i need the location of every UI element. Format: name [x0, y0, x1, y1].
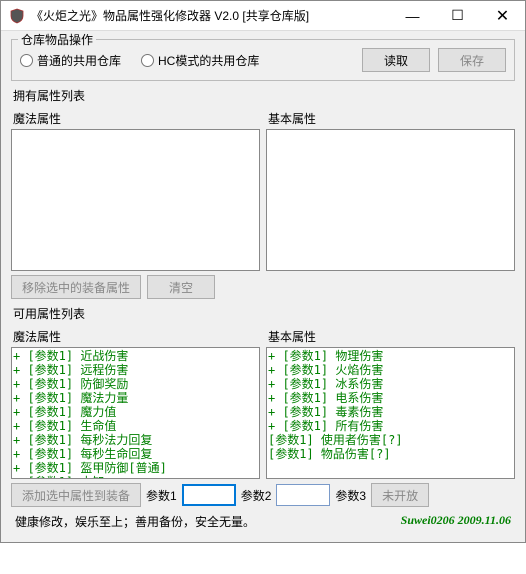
param3-label: 参数3 — [335, 487, 366, 504]
list-item[interactable]: + [参数1] 物理伤害 — [268, 349, 513, 363]
param2-label: 参数2 — [241, 487, 272, 504]
store-groupbox: 仓库物品操作 普通的共用仓库 HC模式的共用仓库 读取 保存 — [11, 39, 515, 81]
avail-magic-col: 魔法属性 + [参数1] 近战伤害+ [参数1] 远程伤害+ [参数1] 防御奖… — [11, 326, 260, 479]
store-group-title: 仓库物品操作 — [18, 31, 96, 48]
app-window: 《火炬之光》物品属性强化修改器 V2.0 [共享仓库版] — ☐ ✕ 仓库物品操… — [0, 0, 526, 543]
list-item[interactable]: + [参数1] 所有伤害 — [268, 419, 513, 433]
list-item[interactable]: + [参数1] 魔法力量 — [13, 391, 258, 405]
save-button[interactable]: 保存 — [438, 48, 506, 72]
add-attr-button[interactable]: 添加选中属性到装备 — [11, 483, 141, 507]
param1-label: 参数1 — [146, 487, 177, 504]
radio-normal[interactable] — [20, 54, 33, 67]
store-row: 普通的共用仓库 HC模式的共用仓库 读取 保存 — [20, 48, 506, 72]
list-item[interactable]: + [参数1] 远程伤害 — [13, 363, 258, 377]
radio-normal-label: 普通的共用仓库 — [37, 52, 121, 69]
param2-input[interactable] — [276, 484, 330, 506]
app-icon — [9, 8, 25, 24]
list-item[interactable]: + [参数1] 每秒法力回复 — [13, 433, 258, 447]
avail-basic-list[interactable]: + [参数1] 物理伤害+ [参数1] 火焰伤害+ [参数1] 冰系伤害+ [参… — [266, 347, 515, 479]
radio-hc-wrap[interactable]: HC模式的共用仓库 — [141, 52, 259, 69]
list-item[interactable]: + [参数1] 防御奖励 — [13, 377, 258, 391]
titlebar: 《火炬之光》物品属性强化修改器 V2.0 [共享仓库版] — ☐ ✕ — [1, 1, 525, 31]
owned-btnrow: 移除选中的装备属性 清空 — [11, 275, 515, 299]
radio-normal-wrap[interactable]: 普通的共用仓库 — [20, 52, 121, 69]
list-item[interactable]: + [参数1] 盔甲防御[普通] — [13, 461, 258, 475]
list-item[interactable]: [参数1] 使用者伤害[?] — [268, 433, 513, 447]
close-button[interactable]: ✕ — [480, 1, 525, 30]
avail-basic-head: 基本属性 — [266, 326, 515, 347]
clear-button[interactable]: 清空 — [147, 275, 215, 299]
list-item[interactable]: + [参数1] 生命值 — [13, 419, 258, 433]
param1-input[interactable] — [182, 484, 236, 506]
param-row: 添加选中属性到装备 参数1 参数2 参数3 未开放 — [11, 483, 515, 507]
minimize-button[interactable]: — — [390, 1, 435, 30]
radio-hc-label: HC模式的共用仓库 — [158, 52, 259, 69]
owned-basic-col: 基本属性 — [266, 108, 515, 271]
footer-note: 健康修改，娱乐至上；善用备份，安全无量。 — [15, 513, 255, 530]
list-item[interactable]: + [参数1] 近战伤害 — [13, 349, 258, 363]
avail-title: 可用属性列表 — [13, 305, 515, 322]
avail-lists: 魔法属性 + [参数1] 近战伤害+ [参数1] 远程伤害+ [参数1] 防御奖… — [11, 326, 515, 479]
owned-basic-list[interactable] — [266, 129, 515, 271]
owned-magic-list[interactable] — [11, 129, 260, 271]
avail-magic-list[interactable]: + [参数1] 近战伤害+ [参数1] 远程伤害+ [参数1] 防御奖励+ [参… — [11, 347, 260, 479]
owned-magic-head: 魔法属性 — [11, 108, 260, 129]
owned-basic-head: 基本属性 — [266, 108, 515, 129]
radio-hc[interactable] — [141, 54, 154, 67]
list-item[interactable]: + [参数1] 冰系伤害 — [268, 377, 513, 391]
owned-lists: 魔法属性 基本属性 — [11, 108, 515, 271]
param3-button[interactable]: 未开放 — [371, 483, 429, 507]
remove-attr-button[interactable]: 移除选中的装备属性 — [11, 275, 141, 299]
avail-basic-col: 基本属性 + [参数1] 物理伤害+ [参数1] 火焰伤害+ [参数1] 冰系伤… — [266, 326, 515, 479]
list-item[interactable]: + [参数1] 未知 — [13, 475, 258, 479]
footer-credit: Suwei0206 2009.11.06 — [401, 513, 511, 530]
content: 仓库物品操作 普通的共用仓库 HC模式的共用仓库 读取 保存 拥有属性列表 魔法… — [1, 31, 525, 542]
list-item[interactable]: + [参数1] 毒素伤害 — [268, 405, 513, 419]
owned-title: 拥有属性列表 — [13, 87, 515, 104]
list-item[interactable]: [参数1] 物品伤害[?] — [268, 447, 513, 461]
read-button[interactable]: 读取 — [362, 48, 430, 72]
owned-magic-col: 魔法属性 — [11, 108, 260, 271]
list-item[interactable]: + [参数1] 电系伤害 — [268, 391, 513, 405]
list-item[interactable]: + [参数1] 魔力值 — [13, 405, 258, 419]
window-controls: — ☐ ✕ — [390, 1, 525, 30]
list-item[interactable]: + [参数1] 火焰伤害 — [268, 363, 513, 377]
avail-magic-head: 魔法属性 — [11, 326, 260, 347]
list-item[interactable]: + [参数1] 每秒生命回复 — [13, 447, 258, 461]
maximize-button[interactable]: ☐ — [435, 1, 480, 30]
window-title: 《火炬之光》物品属性强化修改器 V2.0 [共享仓库版] — [31, 7, 390, 24]
footer: 健康修改，娱乐至上；善用备份，安全无量。 Suwei0206 2009.11.0… — [11, 507, 515, 532]
